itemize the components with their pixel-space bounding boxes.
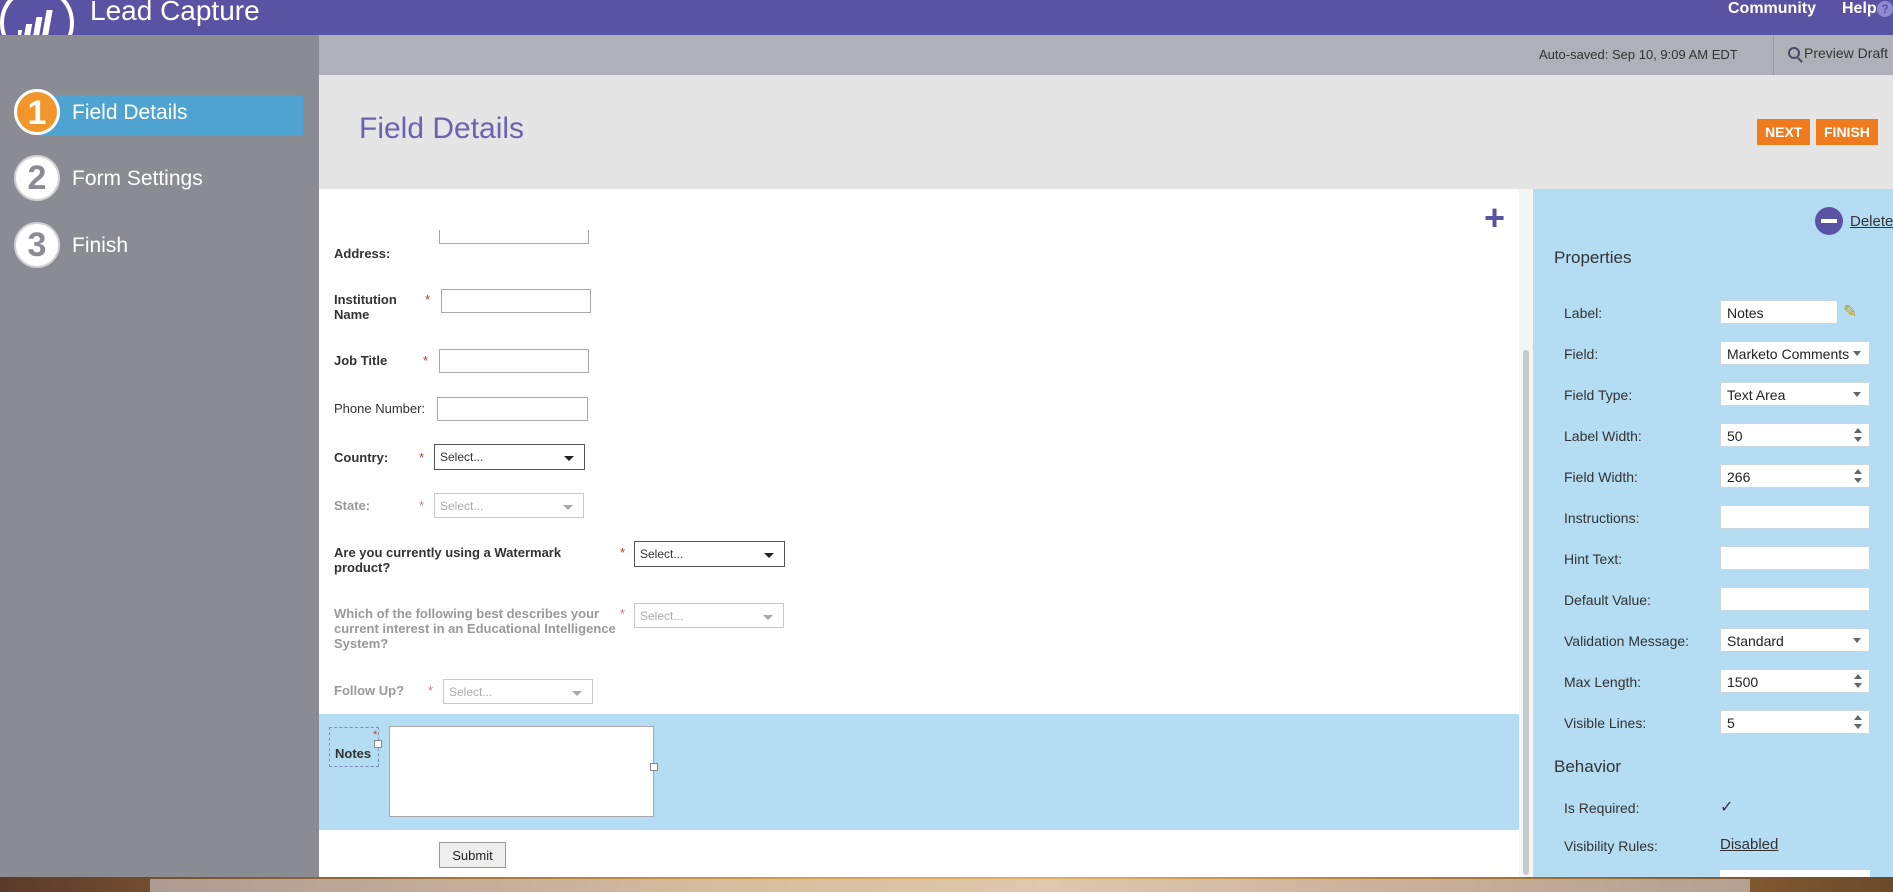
label-resize-handle[interactable] [374, 740, 382, 748]
follow-up-label: Follow Up? [334, 683, 405, 698]
state-label: State: [334, 498, 371, 513]
chevron-down-icon [763, 615, 773, 620]
dock-shelf [150, 879, 1750, 892]
prop-default-value-label: Default Value: [1564, 592, 1651, 608]
prop-field-type-select[interactable]: Text Area [1720, 382, 1870, 406]
country-label: Country: [334, 450, 389, 465]
preview-draft-button[interactable]: Preview Draft [1788, 45, 1888, 61]
step-label: Field Details [72, 101, 188, 124]
prop-visible-lines-stepper[interactable]: 5 [1720, 710, 1870, 734]
step-number-badge: 3 [14, 222, 60, 268]
notes-textarea[interactable] [389, 726, 654, 817]
top-header [0, 0, 1893, 35]
state-select-value: Select... [440, 499, 484, 513]
page-title: Field Details [359, 112, 525, 145]
prop-max-length-stepper[interactable]: 1500 [1720, 669, 1870, 693]
prop-label-width-label: Label Width: [1564, 428, 1642, 444]
phone-number-input[interactable] [437, 397, 588, 421]
step-finish[interactable]: 3 Finish [14, 222, 289, 268]
watermark-select[interactable]: Select... [634, 541, 785, 567]
help-link[interactable]: Help [1842, 0, 1877, 18]
prop-label-width-stepper[interactable]: 50 [1720, 423, 1870, 447]
institution-name-label: Institution Name [334, 292, 397, 322]
submit-button[interactable]: Submit [439, 842, 506, 868]
job-title-input[interactable] [439, 349, 589, 373]
prop-validation-select[interactable]: Standard [1720, 628, 1870, 652]
prop-instructions-input[interactable] [1720, 505, 1870, 529]
field-resize-handle[interactable] [650, 763, 658, 771]
properties-heading: Properties [1554, 248, 1632, 267]
watermark-select-value: Select... [640, 547, 684, 561]
add-field-icon[interactable]: + [1484, 200, 1505, 236]
prop-visible-lines-label: Visible Lines: [1564, 715, 1647, 731]
content-header: Field Details NEXT FINISH [319, 75, 1893, 189]
follow-up-select-value: Select... [449, 685, 493, 699]
chevron-down-icon [572, 691, 582, 696]
help-icon[interactable]: ? [1877, 1, 1893, 17]
finish-button[interactable]: FINISH [1816, 119, 1878, 145]
preview-draft-label: Preview Draft [1804, 45, 1889, 61]
prop-field-select[interactable]: Marketo Comments [1720, 341, 1870, 365]
prop-instructions-label: Instructions: [1564, 510, 1640, 526]
prop-visibility-label: Visibility Rules: [1564, 838, 1658, 854]
prop-label-input[interactable]: Notes [1720, 300, 1838, 324]
prop-field-label: Field: [1564, 346, 1599, 362]
visibility-rules-link[interactable]: Disabled [1720, 836, 1778, 853]
chevron-down-icon [563, 505, 573, 510]
job-title-label: Job Title [334, 353, 388, 368]
required-asterisk: * [425, 292, 431, 307]
required-asterisk: * [620, 545, 626, 560]
prop-hint-text-label: Hint Text: [1564, 551, 1623, 567]
watermark-question-label: Are you currently using a Watermark prod… [334, 545, 562, 575]
follow-up-select[interactable]: Select... [443, 679, 593, 704]
community-link[interactable]: Community [1728, 0, 1816, 18]
prop-validation-label: Validation Message: [1564, 633, 1690, 649]
prop-required-label: Is Required: [1564, 800, 1640, 816]
delete-minus-icon[interactable] [1815, 207, 1843, 235]
step-number-badge: 2 [14, 155, 60, 201]
prop-default-value-input[interactable] [1720, 587, 1870, 611]
required-asterisk: * [419, 450, 425, 465]
prop-field-width-stepper[interactable]: 266 [1720, 464, 1870, 488]
prop-field-width-label: Field Width: [1564, 469, 1638, 485]
prop-hint-text-input[interactable] [1720, 546, 1870, 570]
step-label: Form Settings [72, 167, 203, 190]
address-label: Address: [334, 246, 391, 261]
chevron-down-icon [564, 456, 574, 461]
required-checkbox[interactable]: ✓ [1720, 797, 1733, 817]
autosave-status: Auto-saved: Sep 10, 9:09 AM EDT [1539, 47, 1738, 62]
country-select[interactable]: Select... [434, 444, 585, 470]
step-label: Finish [72, 234, 129, 257]
required-asterisk: * [428, 683, 434, 698]
step-form-settings[interactable]: 2 Form Settings [14, 155, 289, 201]
step-number-badge: 1 [14, 89, 60, 135]
state-select[interactable]: Select... [434, 493, 584, 518]
prop-field-type-label: Field Type: [1564, 387, 1633, 403]
interest-select-value: Select... [640, 609, 684, 623]
institution-name-input[interactable] [441, 289, 591, 313]
phone-number-label: Phone Number: [334, 401, 426, 416]
next-button[interactable]: NEXT [1757, 119, 1811, 145]
divider [1773, 35, 1774, 75]
magnifier-icon [1788, 47, 1800, 59]
prop-max-length-label: Max Length: [1564, 674, 1642, 690]
interest-question-label: Which of the following best describes yo… [334, 606, 616, 651]
chevron-down-icon [764, 553, 774, 558]
status-bar: Auto-saved: Sep 10, 9:09 AM EDT Preview … [319, 35, 1893, 75]
required-asterisk: * [419, 498, 425, 513]
required-asterisk: * [423, 353, 429, 368]
delete-link[interactable]: Delete [1850, 213, 1893, 230]
required-asterisk: * [620, 606, 626, 621]
step-field-details[interactable]: 1 Field Details [14, 89, 303, 136]
app-title: Lead Capture [90, 0, 260, 26]
scrollbar-thumb[interactable] [1523, 350, 1529, 875]
address-input[interactable] [439, 230, 589, 244]
country-select-value: Select... [440, 450, 484, 464]
prop-label-label: Label: [1564, 305, 1603, 321]
notes-label: Notes [335, 746, 372, 761]
behavior-heading: Behavior [1554, 757, 1622, 776]
pencil-icon[interactable]: ✎ [1843, 302, 1857, 322]
interest-select[interactable]: Select... [634, 603, 784, 628]
